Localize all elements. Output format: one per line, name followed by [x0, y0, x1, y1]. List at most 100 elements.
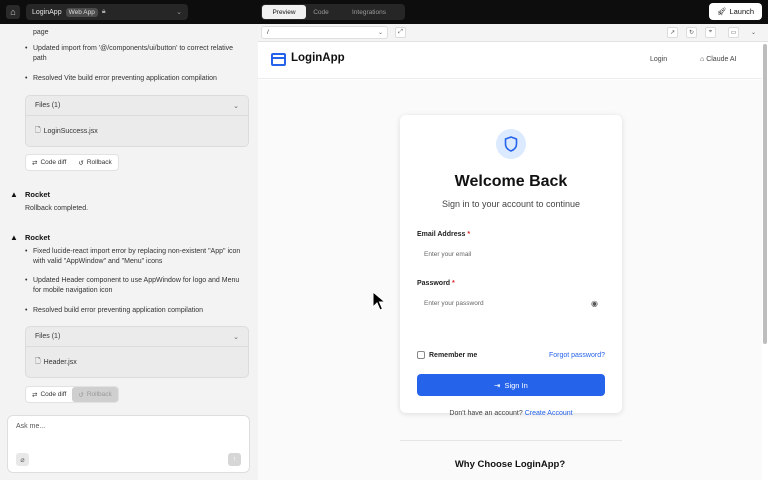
code-diff-label: Code diff — [40, 391, 67, 398]
rocket-avatar-icon: ▲ — [10, 233, 18, 242]
project-name: LoginApp — [32, 8, 62, 16]
chevron-down-icon[interactable]: ⌄ — [748, 27, 759, 38]
url-value: / — [267, 29, 269, 36]
scrollbar[interactable] — [763, 44, 767, 344]
nav-claude-link[interactable]: ⌂ Claude AI — [700, 56, 737, 63]
shield-icon — [496, 129, 526, 159]
email-placeholder: Enter your email — [424, 251, 472, 258]
chevron-down-icon: ⌄ — [176, 9, 182, 16]
rollback-icon: ↺ — [78, 391, 84, 399]
email-label-text: Email Address — [417, 231, 466, 238]
files-panel: Files (1) ⌄ 🗋︎ LoginSuccess.jsx — [25, 95, 249, 147]
app-window-icon — [271, 53, 286, 66]
create-account-link[interactable]: Create Account — [525, 410, 573, 417]
password-placeholder: Enter your password — [424, 300, 484, 307]
nav-login-link[interactable]: Login — [650, 56, 667, 63]
sign-in-button[interactable]: ⇥ Sign In — [417, 374, 605, 396]
files-header[interactable]: Files (1) ⌄ — [26, 96, 248, 116]
remember-me[interactable]: Remember me — [417, 351, 477, 359]
code-diff-label: Code diff — [40, 159, 67, 166]
password-label: Password * — [417, 280, 455, 287]
tab-code[interactable]: Code — [306, 5, 336, 19]
list-item: Resolved build error preventing applicat… — [25, 306, 247, 316]
list-item: Resolved Vite build error preventing app… — [25, 74, 247, 84]
message-text: page — [33, 29, 49, 36]
chevron-down-icon: ⌄ — [377, 30, 383, 36]
files-header-label: Files (1) — [35, 333, 61, 340]
tab-integrations[interactable]: Integrations — [336, 5, 402, 19]
forgot-password-link[interactable]: Forgot password? — [549, 352, 605, 359]
inspect-icon[interactable]: ⌖ — [705, 27, 716, 38]
code-diff-button[interactable]: ⇄ Code diff — [26, 155, 72, 170]
chat-panel: page Updated import from '@/components/u… — [0, 24, 258, 480]
preview-toolbar: / ⌄ ⤢ ↗ ↻ ⌖ ▭ ⌄ — [258, 24, 768, 42]
signup-text: Don't have an account? — [449, 410, 523, 417]
preview-panel: / ⌄ ⤢ ↗ ↻ ⌖ ▭ ⌄ LoginApp Login ⌂ Claude … — [258, 24, 768, 480]
project-type-badge: Web App — [65, 7, 98, 17]
email-field[interactable]: Enter your email — [417, 244, 605, 266]
device-icon[interactable]: ▭ — [728, 27, 739, 38]
remember-label: Remember me — [429, 351, 478, 359]
eye-icon[interactable]: ◉ — [591, 299, 598, 308]
chat-input[interactable]: Ask me... ⌀ ↑ — [7, 415, 250, 473]
features-title: Why Choose LoginApp? — [454, 459, 566, 470]
password-field[interactable]: Enter your password ◉ — [417, 293, 605, 315]
signup-prompt: Don't have an account? Create Account — [400, 410, 622, 417]
remember-checkbox[interactable] — [417, 351, 425, 359]
rollback-button[interactable]: ↺ Rollback — [72, 387, 118, 402]
required-mark: * — [452, 280, 455, 287]
rocket-avatar-icon: ▲ — [10, 190, 18, 199]
divider — [400, 440, 622, 441]
chat-input-placeholder: Ask me... — [16, 423, 46, 430]
chevron-down-icon: ⌄ — [233, 102, 239, 110]
message-actions: ⇄ Code diff ↺ Rollback — [25, 154, 119, 171]
message-text: Rollback completed. — [25, 205, 89, 212]
diff-icon: ⇄ — [32, 391, 38, 399]
rollback-icon: ↺ — [78, 159, 84, 167]
launch-button[interactable]: 🚀︎ Launch — [709, 3, 762, 20]
chevron-down-icon: ⌄ — [233, 333, 239, 341]
url-input[interactable]: / ⌄ — [261, 26, 388, 39]
expand-icon[interactable]: ⤢ — [395, 27, 406, 38]
list-item: Updated Header component to use AppWindo… — [25, 276, 247, 296]
file-name: LoginSuccess.jsx — [43, 127, 98, 135]
nav-claude-label: Claude AI — [706, 56, 737, 63]
file-item[interactable]: 🗋︎ LoginSuccess.jsx — [26, 116, 248, 146]
list-item: Updated import from '@/components/ui/but… — [25, 44, 247, 64]
sign-in-label: Sign In — [504, 380, 528, 390]
tab-preview[interactable]: Preview — [262, 5, 306, 19]
file-name: Header.jsx — [43, 358, 77, 366]
mouse-cursor-icon — [372, 291, 386, 311]
rocket-icon: 🚀︎ — [716, 7, 727, 16]
code-diff-button[interactable]: ⇄ Code diff — [26, 387, 72, 402]
login-icon: ⇥ — [494, 380, 501, 390]
app-logo[interactable]: LoginApp — [291, 52, 345, 64]
rollback-button[interactable]: ↺ Rollback — [72, 155, 117, 170]
file-icon: 🗋︎ — [35, 126, 41, 134]
message-author: Rocket — [25, 190, 51, 199]
file-item[interactable]: 🗋︎ Header.jsx — [26, 347, 248, 377]
files-header-label: Files (1) — [35, 102, 61, 109]
files-header[interactable]: Files (1) ⌄ — [26, 327, 248, 347]
top-bar: ⌂ LoginApp Web App 🔒︎ ⌄ Preview Code Int… — [0, 0, 768, 24]
rollback-label: Rollback — [86, 391, 112, 398]
launch-label: Launch — [729, 7, 755, 16]
card-title: Welcome Back — [454, 173, 568, 190]
message-author: Rocket — [25, 233, 51, 242]
refresh-icon[interactable]: ↻ — [686, 27, 697, 38]
attach-icon[interactable]: ⌀ — [16, 453, 29, 466]
card-subtitle: Sign in to your account to continue — [441, 199, 581, 209]
project-selector[interactable]: LoginApp Web App 🔒︎ ⌄ — [26, 4, 188, 20]
diff-icon: ⇄ — [32, 159, 38, 167]
password-label-text: Password — [417, 280, 451, 287]
view-tabs: Preview Code Integrations — [261, 4, 405, 20]
login-card: Welcome Back Sign in to your account to … — [400, 115, 622, 413]
message-actions: ⇄ Code diff ↺ Rollback — [25, 386, 119, 403]
lock-icon: 🔒︎ — [101, 8, 106, 15]
app-header: LoginApp Login ⌂ Claude AI — [258, 42, 762, 79]
home-icon[interactable]: ⌂ — [6, 5, 20, 19]
files-panel: Files (1) ⌄ 🗋︎ Header.jsx — [25, 326, 249, 378]
list-item: Fixed lucide-react import error by repla… — [25, 247, 247, 267]
send-icon[interactable]: ↑ — [228, 453, 241, 466]
open-external-icon[interactable]: ↗ — [667, 27, 678, 38]
